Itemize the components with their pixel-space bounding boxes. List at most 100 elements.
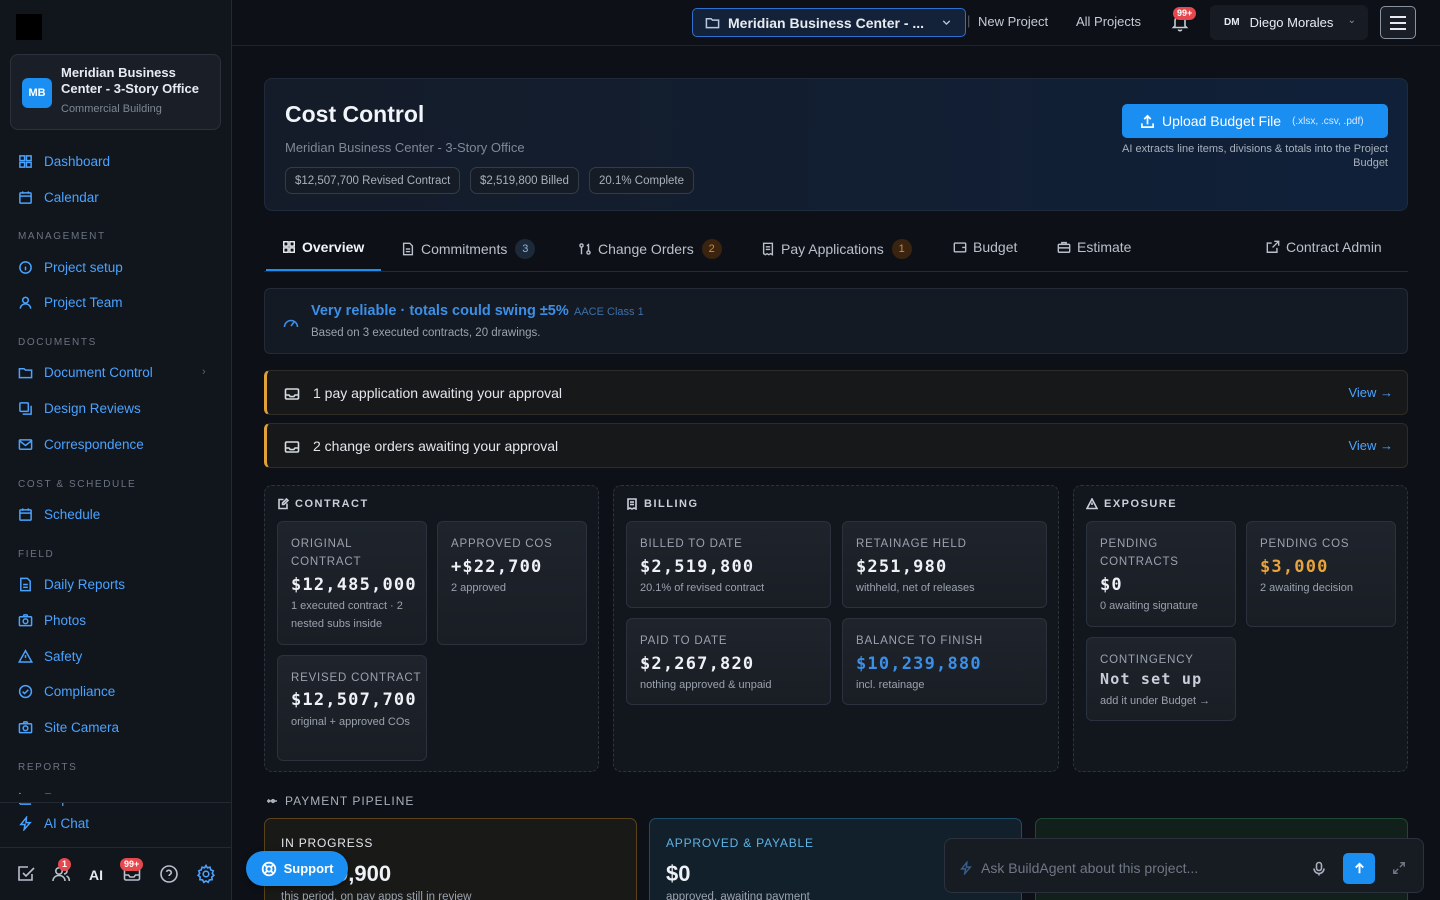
- bell-badge: 99+: [1173, 7, 1197, 20]
- help-button[interactable]: [159, 864, 181, 886]
- support-button[interactable]: Support: [246, 851, 348, 886]
- sidebar-item-label: Photos: [44, 612, 87, 628]
- support-label: Support: [283, 861, 334, 876]
- project-avatar: MB: [22, 78, 52, 108]
- tab-contract-admin[interactable]: Contract Admin: [1266, 239, 1382, 255]
- metric-label: RETAINAGE HELD: [856, 538, 967, 550]
- metric-label: BILLED TO DATE: [640, 538, 743, 550]
- tab-label: Budget: [973, 239, 1018, 255]
- project-card-name: Meridian Business Center - 3-Story Offic…: [61, 65, 199, 96]
- app-logo[interactable]: [16, 14, 42, 40]
- sidebar-item-schedule[interactable]: Schedule: [18, 502, 100, 526]
- metric-label: CONTINGENCY: [1100, 654, 1194, 666]
- mail-icon: [18, 438, 33, 450]
- section-title-label: BILLING: [644, 498, 699, 510]
- calendar-icon: [19, 507, 32, 521]
- metric-note: original + approved COs: [291, 716, 410, 728]
- sidebar-item-correspondence[interactable]: Correspondence: [18, 432, 144, 456]
- menu-line: [1390, 21, 1406, 24]
- metric-value: $3,000: [1260, 557, 1329, 577]
- view-link[interactable]: View →: [1348, 438, 1393, 453]
- notifications-button[interactable]: 99+: [120, 858, 144, 886]
- sidebar-item-design-reviews[interactable]: Design Reviews: [18, 396, 141, 420]
- sidebar-item-label: AI Chat: [44, 815, 90, 831]
- complete-chip: 20.1% Complete: [589, 167, 695, 194]
- camera-icon: [18, 613, 33, 626]
- notifications-bell[interactable]: 99+: [1170, 7, 1197, 35]
- billed-chip: $2,519,800 Billed: [470, 167, 579, 194]
- sidebar-item-label: Project setup: [44, 259, 123, 275]
- sidebar-item-daily-reports[interactable]: Daily Reports: [18, 572, 125, 596]
- ai-button[interactable]: AI: [89, 867, 111, 889]
- divider: |: [967, 13, 971, 28]
- contingency-card[interactable]: CONTINGENCY Not set up add it under Budg…: [1086, 637, 1236, 721]
- tab-commitments[interactable]: Commitments 3: [401, 239, 536, 259]
- sidebar-item-ai-chat[interactable]: AI Chat: [18, 811, 89, 835]
- settings-button[interactable]: [196, 863, 218, 886]
- approved-cos-card: APPROVED COS +$22,700 2 approved: [437, 521, 587, 645]
- chat-input[interactable]: [981, 857, 1301, 879]
- sidebar-item-document-control[interactable]: Document Control ›: [18, 360, 206, 384]
- metric-note: 2 approved: [451, 582, 507, 594]
- tab-estimate[interactable]: Estimate: [1057, 239, 1131, 255]
- hamburger-menu-button[interactable]: [1380, 6, 1416, 39]
- project-select[interactable]: Meridian Business Center - ...: [692, 8, 966, 37]
- section-title: EXPOSURE: [1086, 498, 1177, 510]
- team-button[interactable]: 1: [51, 858, 73, 886]
- metric-label: BALANCE TO FINISH: [856, 635, 983, 647]
- metric-note: incl. retainage: [856, 679, 925, 691]
- sidebar-item-safety[interactable]: Safety: [18, 644, 82, 668]
- lightning-icon: [19, 815, 32, 831]
- sidebar-item-calendar[interactable]: Calendar: [18, 185, 99, 209]
- project-card[interactable]: MB Meridian Business Center - 3-Story Of…: [10, 54, 221, 130]
- metric-value: $251,980: [856, 557, 948, 577]
- project-card-type: Commercial Building: [61, 103, 162, 115]
- user-menu[interactable]: DM Diego Morales ⌄: [1210, 5, 1368, 40]
- pipeline-note: approved, awaiting payment: [666, 891, 810, 900]
- metric-note: 1 executed contract · 2 nested subs insi…: [291, 600, 403, 630]
- view-link[interactable]: View →: [1348, 385, 1393, 400]
- change-order-approval-alert[interactable]: 2 change orders awaiting your approval V…: [264, 423, 1408, 468]
- camera-icon: [18, 720, 33, 733]
- sidebar-item-label: Site Camera: [44, 719, 120, 735]
- sidebar-item-site-camera[interactable]: Site Camera: [18, 715, 119, 739]
- metric-note: 0 awaiting signature: [1100, 600, 1198, 612]
- metric-label: PENDING COS: [1260, 538, 1350, 550]
- top-bar: Meridian Business Center - ... | New Pro…: [232, 0, 1440, 46]
- sidebar-item-project-setup[interactable]: Project setup: [18, 255, 123, 279]
- tab-budget[interactable]: Budget: [953, 239, 1017, 255]
- tab-change-orders[interactable]: Change Orders 2: [578, 239, 722, 259]
- tab-pay-applications[interactable]: Pay Applications 1: [761, 239, 912, 259]
- upload-budget-button[interactable]: Upload Budget File (.xlsx, .csv, .pdf): [1122, 104, 1388, 138]
- team-badge: 1: [58, 858, 72, 871]
- tab-overview[interactable]: Overview: [282, 239, 364, 255]
- sidebar-item-label: Safety: [44, 648, 83, 664]
- expand-icon[interactable]: [1392, 861, 1406, 875]
- gauge-icon: [283, 319, 299, 328]
- pipeline-label: IN PROGRESS: [281, 836, 374, 850]
- metric-note[interactable]: add it under Budget →: [1100, 692, 1210, 710]
- user-icon: [19, 296, 32, 309]
- cost-control-header: Cost Control Meridian Business Center - …: [264, 78, 1408, 211]
- inbox-icon: [284, 388, 300, 400]
- send-button[interactable]: [1343, 853, 1375, 884]
- sidebar-item-compliance[interactable]: Compliance: [18, 679, 115, 703]
- metric-note: 20.1% of revised contract: [640, 582, 765, 594]
- sidebar-item-project-team[interactable]: Project Team: [18, 290, 123, 314]
- pipeline-label: APPROVED & PAYABLE: [666, 836, 814, 850]
- all-projects-link[interactable]: All Projects: [1076, 14, 1141, 29]
- pay-app-approval-alert[interactable]: 1 pay application awaiting your approval…: [264, 370, 1408, 415]
- sidebar-item-photos[interactable]: Photos: [18, 608, 86, 632]
- new-project-link[interactable]: New Project: [978, 14, 1048, 29]
- avatar: DM: [1224, 17, 1240, 28]
- pending-contracts-card: PENDING CONTRACTS $0 0 awaiting signatur…: [1086, 521, 1236, 627]
- sidebar-item-dashboard[interactable]: Dashboard: [18, 149, 110, 173]
- microphone-icon[interactable]: [1311, 861, 1327, 877]
- tasks-button[interactable]: [16, 864, 38, 886]
- sidebar-item-label: Compliance: [44, 683, 116, 699]
- chevron-down-icon: [940, 16, 953, 32]
- retainage-held-card: RETAINAGE HELD $251,980 withheld, net of…: [842, 521, 1047, 608]
- cost-tabs: Overview Commitments 3 Change Orders 2 P…: [264, 228, 1408, 272]
- metric-value: $2,267,820: [640, 654, 755, 674]
- edit-document-icon: [278, 498, 289, 510]
